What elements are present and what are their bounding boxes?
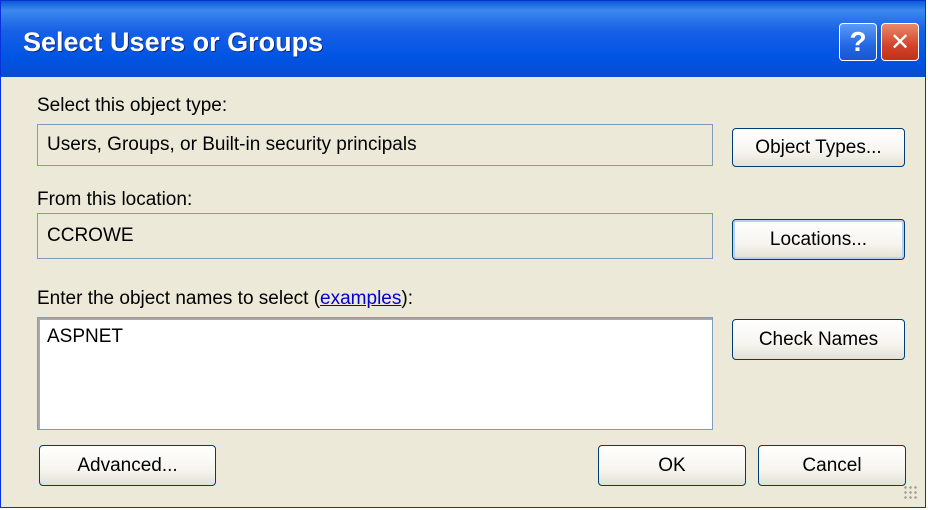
- help-button[interactable]: ?: [839, 23, 877, 61]
- locations-button[interactable]: Locations...: [732, 219, 905, 260]
- object-types-button-label: Object Types...: [755, 136, 882, 158]
- object-type-value: Users, Groups, or Built-in security prin…: [47, 134, 417, 155]
- ok-button[interactable]: OK: [598, 445, 746, 486]
- advanced-button[interactable]: Advanced...: [39, 445, 216, 486]
- object-names-label-suffix: ):: [401, 288, 413, 309]
- object-type-field: Users, Groups, or Built-in security prin…: [37, 124, 713, 166]
- advanced-button-label: Advanced...: [77, 454, 178, 476]
- help-icon: ?: [849, 26, 867, 57]
- select-users-or-groups-dialog: Select Users or Groups ? ✕ Select this o…: [0, 0, 926, 508]
- close-button[interactable]: ✕: [881, 23, 919, 61]
- close-icon: ✕: [889, 28, 911, 56]
- location-label: From this location:: [37, 189, 193, 210]
- ok-button-label: OK: [658, 454, 686, 476]
- object-names-input[interactable]: ASPNET: [37, 317, 713, 430]
- locations-button-label: Locations...: [769, 228, 868, 250]
- object-types-button[interactable]: Object Types...: [732, 128, 905, 167]
- resize-grip-icon[interactable]: [903, 485, 919, 501]
- location-field: CCROWE: [37, 213, 713, 259]
- check-names-button[interactable]: Check Names: [732, 319, 905, 360]
- title-bar[interactable]: Select Users or Groups ? ✕: [1, 1, 925, 77]
- dialog-title: Select Users or Groups: [23, 27, 324, 57]
- cancel-button-label: Cancel: [802, 454, 862, 476]
- object-type-label: Select this object type:: [37, 95, 228, 116]
- object-names-label-prefix: Enter the object names to select (: [37, 288, 321, 309]
- object-names-value: ASPNET: [47, 326, 124, 347]
- examples-link[interactable]: examples: [320, 288, 401, 309]
- check-names-button-label: Check Names: [758, 328, 879, 350]
- cancel-button[interactable]: Cancel: [758, 445, 906, 486]
- object-names-label: Enter the object names to select (exampl…: [37, 288, 413, 310]
- location-value: CCROWE: [47, 225, 134, 246]
